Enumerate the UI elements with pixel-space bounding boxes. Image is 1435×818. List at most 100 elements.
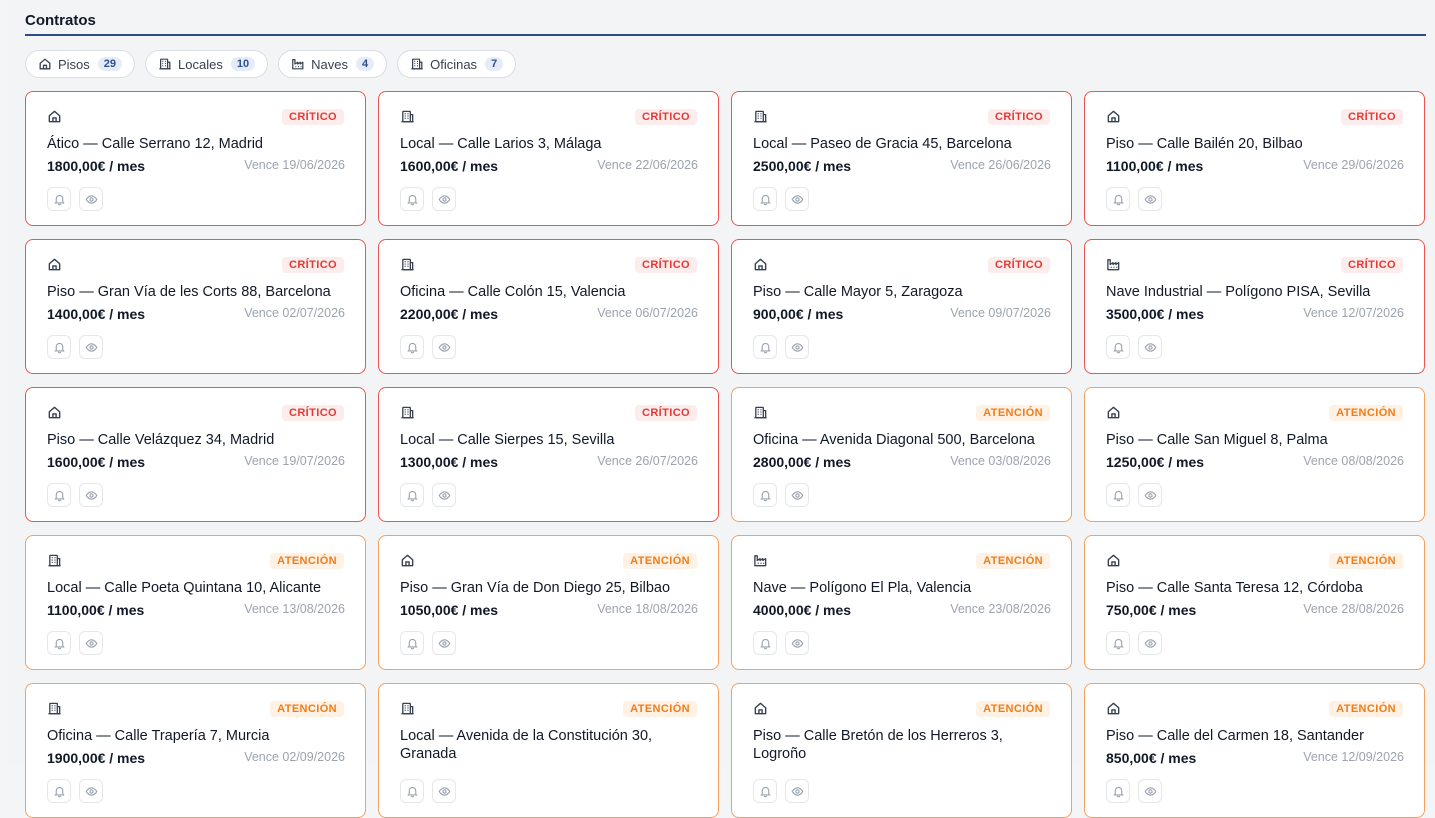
contract-card[interactable]: CRÍTICO Piso — Calle Bailén 20, Bilbao 110… bbox=[1084, 91, 1425, 226]
notify-button[interactable] bbox=[1106, 631, 1130, 655]
bell-icon bbox=[759, 637, 772, 650]
contract-title: Ático — Calle Serrano 12, Madrid bbox=[47, 136, 263, 152]
status-badge: ATENCIÓN bbox=[976, 405, 1050, 421]
contract-card[interactable]: CRÍTICO Piso — Gran Vía de les Corts 88, … bbox=[25, 239, 366, 374]
contract-due-date: Vence 12/09/2026 bbox=[1303, 750, 1404, 764]
bell-icon bbox=[1112, 341, 1125, 354]
contract-title: Piso — Calle Velázquez 34, Madrid bbox=[47, 432, 275, 448]
tab-locales[interactable]: Locales 10 bbox=[145, 50, 269, 78]
contract-price: 1900,00€ / mes bbox=[47, 750, 146, 766]
contract-card[interactable]: CRÍTICO Piso — Calle Mayor 5, Zaragoza 900… bbox=[731, 239, 1072, 374]
contract-card[interactable]: ATENCIÓN Piso — Calle del Carmen 18, Sant… bbox=[1084, 683, 1425, 818]
contract-card[interactable]: CRÍTICO Local — Paseo de Gracia 45, Barce… bbox=[731, 91, 1072, 226]
notify-button[interactable] bbox=[1106, 483, 1130, 507]
status-badge: CRÍTICO bbox=[987, 109, 1050, 125]
notify-button[interactable] bbox=[400, 187, 424, 211]
view-button[interactable] bbox=[785, 631, 809, 655]
bell-icon bbox=[53, 489, 66, 502]
contract-due-date: Vence 26/07/2026 bbox=[597, 454, 698, 468]
notify-button[interactable] bbox=[753, 779, 777, 803]
contract-card[interactable]: ATENCIÓN Piso — Gran Vía de Don Diego 25,… bbox=[378, 535, 719, 670]
view-button[interactable] bbox=[785, 187, 809, 211]
view-button[interactable] bbox=[1138, 187, 1162, 211]
view-button[interactable] bbox=[432, 631, 456, 655]
notify-button[interactable] bbox=[400, 483, 424, 507]
contract-card[interactable]: ATENCIÓN Piso — Calle Santa Teresa 12, Có… bbox=[1084, 535, 1425, 670]
notify-button[interactable] bbox=[1106, 187, 1130, 211]
contract-card[interactable]: ATENCIÓN Oficina — Calle Trapería 7, Murc… bbox=[25, 683, 366, 818]
bell-icon bbox=[406, 489, 419, 502]
view-button[interactable] bbox=[432, 335, 456, 359]
contract-card[interactable]: ATENCIÓN Oficina — Avenida Diagonal 500, … bbox=[731, 387, 1072, 522]
contract-card[interactable]: ATENCIÓN Piso — Calle San Miguel 8, Palma… bbox=[1084, 387, 1425, 522]
notify-button[interactable] bbox=[400, 335, 424, 359]
contract-card[interactable]: CRÍTICO Nave Industrial — Polígono PISA, … bbox=[1084, 239, 1425, 374]
notify-button[interactable] bbox=[47, 779, 71, 803]
view-button[interactable] bbox=[432, 187, 456, 211]
card-actions bbox=[753, 631, 809, 655]
contract-price: 1600,00€ / mes bbox=[400, 158, 499, 174]
contract-price: 4000,00€ / mes bbox=[753, 602, 852, 618]
tab-naves[interactable]: Naves 4 bbox=[278, 50, 388, 78]
contract-card[interactable]: CRÍTICO Oficina — Calle Colón 15, Valenci… bbox=[378, 239, 719, 374]
contract-title: Local — Calle Poeta Quintana 10, Alicant… bbox=[47, 580, 322, 596]
contract-card[interactable]: CRÍTICO Local — Calle Larios 3, Málaga 160… bbox=[378, 91, 719, 226]
tab-pisos[interactable]: Pisos 29 bbox=[25, 50, 136, 78]
notify-button[interactable] bbox=[753, 335, 777, 359]
status-badge: CRÍTICO bbox=[281, 109, 344, 125]
view-button[interactable] bbox=[1138, 335, 1162, 359]
building-icon bbox=[410, 57, 424, 71]
contract-price: 1050,00€ / mes bbox=[400, 602, 499, 618]
view-button[interactable] bbox=[1138, 631, 1162, 655]
tab-oficinas[interactable]: Oficinas 7 bbox=[397, 50, 517, 78]
card-actions bbox=[400, 187, 456, 211]
contract-card[interactable]: ATENCIÓN Local — Calle Poeta Quintana 10,… bbox=[25, 535, 366, 670]
notify-button[interactable] bbox=[47, 483, 71, 507]
contract-card[interactable]: CRÍTICO Piso — Calle Velázquez 34, Madrid… bbox=[25, 387, 366, 522]
tab-label: Oficinas bbox=[430, 56, 478, 72]
card-actions bbox=[400, 631, 456, 655]
contract-card[interactable]: CRÍTICO Ático — Calle Serrano 12, Madrid 1… bbox=[25, 91, 366, 226]
eye-icon bbox=[1144, 193, 1157, 206]
building-icon bbox=[400, 257, 415, 272]
notify-button[interactable] bbox=[1106, 779, 1130, 803]
notify-button[interactable] bbox=[47, 187, 71, 211]
contract-title: Oficina — Calle Colón 15, Valencia bbox=[400, 284, 626, 300]
notify-button[interactable] bbox=[400, 779, 424, 803]
view-button[interactable] bbox=[785, 483, 809, 507]
contract-title: Piso — Calle Bretón de los Herreros 3, L… bbox=[753, 728, 1003, 762]
contract-price: 750,00€ / mes bbox=[1106, 602, 1197, 618]
factory-icon bbox=[1106, 257, 1121, 272]
contract-card[interactable]: ATENCIÓN Local — Avenida de la Constituci… bbox=[378, 683, 719, 818]
view-button[interactable] bbox=[79, 335, 103, 359]
notify-button[interactable] bbox=[400, 631, 424, 655]
tab-count-badge: 4 bbox=[355, 57, 375, 71]
view-button[interactable] bbox=[79, 631, 103, 655]
contract-price: 1400,00€ / mes bbox=[47, 306, 146, 322]
notify-button[interactable] bbox=[753, 631, 777, 655]
notify-button[interactable] bbox=[753, 483, 777, 507]
card-actions bbox=[753, 187, 809, 211]
view-button[interactable] bbox=[785, 335, 809, 359]
contract-card[interactable]: ATENCIÓN Nave — Polígono El Pla, Valencia… bbox=[731, 535, 1072, 670]
eye-icon bbox=[85, 193, 98, 206]
view-button[interactable] bbox=[79, 779, 103, 803]
notify-button[interactable] bbox=[47, 631, 71, 655]
notify-button[interactable] bbox=[47, 335, 71, 359]
view-button[interactable] bbox=[785, 779, 809, 803]
contract-card[interactable]: CRÍTICO Local — Calle Sierpes 15, Sevilla… bbox=[378, 387, 719, 522]
contract-card[interactable]: ATENCIÓN Piso — Calle Bretón de los Herre… bbox=[731, 683, 1072, 818]
view-button[interactable] bbox=[1138, 483, 1162, 507]
eye-icon bbox=[85, 637, 98, 650]
notify-button[interactable] bbox=[1106, 335, 1130, 359]
building-icon bbox=[400, 405, 415, 420]
view-button[interactable] bbox=[432, 483, 456, 507]
contract-price: 850,00€ / mes bbox=[1106, 750, 1197, 766]
notify-button[interactable] bbox=[753, 187, 777, 211]
view-button[interactable] bbox=[432, 779, 456, 803]
view-button[interactable] bbox=[79, 483, 103, 507]
house-icon bbox=[1106, 405, 1121, 420]
status-badge: CRÍTICO bbox=[1340, 109, 1403, 125]
view-button[interactable] bbox=[79, 187, 103, 211]
view-button[interactable] bbox=[1138, 779, 1162, 803]
